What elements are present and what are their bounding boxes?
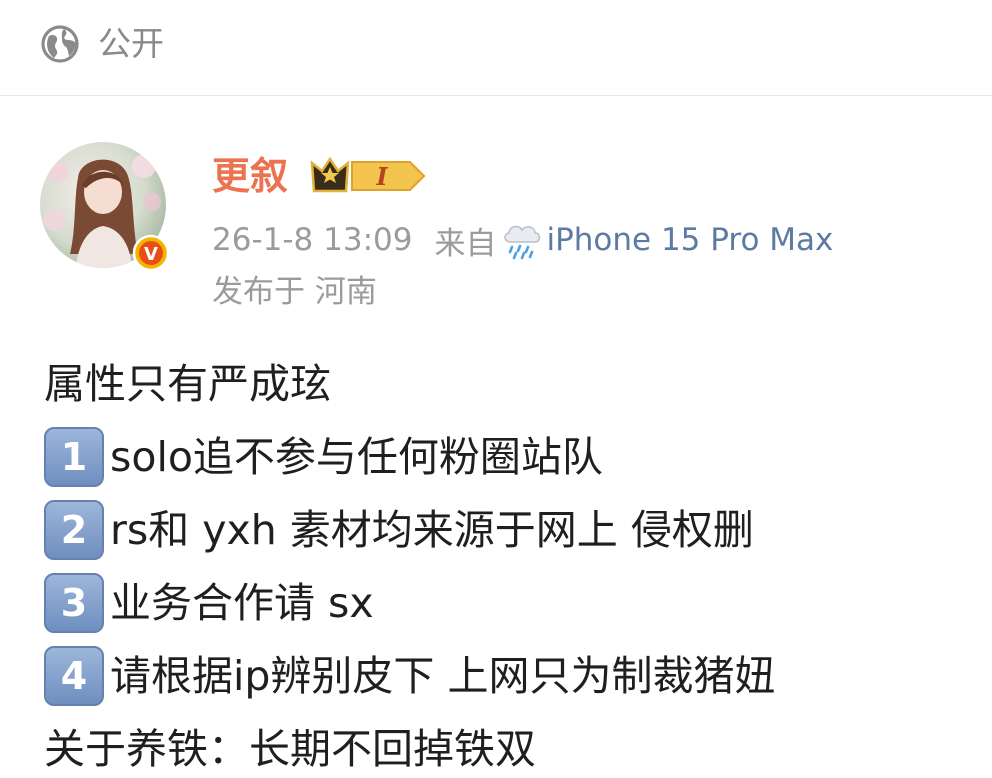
- post-line: 关于养铁：长期不回掉铁双: [44, 721, 984, 778]
- line-text: rs和 yxh 素材均来源于网上 侵权删: [110, 506, 754, 554]
- post-text: 属性只有严成玹 1 solo追不参与任何粉圈站队 2 rs和 yxh 素材均来源…: [44, 356, 984, 778]
- line-text: solo追不参与任何粉圈站队: [110, 433, 603, 481]
- post-line: 2 rs和 yxh 素材均来源于网上 侵权删: [44, 500, 984, 575]
- line-text: 业务合作请 sx: [110, 579, 374, 627]
- post-line: 3 业务合作请 sx: [44, 573, 984, 648]
- line-text: 属性只有严成玹: [44, 360, 331, 408]
- keycap-1-icon: 1: [44, 427, 104, 487]
- line-text: 关于养铁：长期不回掉铁双: [44, 725, 536, 773]
- post-line: 属性只有严成玹: [44, 356, 984, 429]
- source-prefix: 来自: [434, 225, 497, 262]
- author-name[interactable]: 更叙: [212, 150, 288, 202]
- keycap-2-icon: 2: [44, 500, 104, 560]
- weibo-post-screen: 公开 V 更叙 I 26-1-8 13:09 来自 iPhone 15 Pro …: [0, 0, 992, 778]
- keycap-3-icon: 3: [44, 573, 104, 633]
- svg-text:I: I: [375, 162, 388, 191]
- member-level-badge[interactable]: I: [310, 153, 428, 199]
- post-meta: 26-1-8 13:09 来自 iPhone 15 Pro Max: [212, 218, 833, 262]
- globe-icon: [41, 25, 79, 63]
- keycap-4-icon: 4: [44, 646, 104, 706]
- line-text: 请根据ip辨别皮下 上网只为制裁猪妞: [110, 652, 776, 700]
- rain-cloud-icon: [504, 225, 541, 260]
- visibility-label: 公开: [98, 24, 164, 63]
- svg-text:V: V: [144, 244, 158, 265]
- visibility-bar[interactable]: 公开: [0, 0, 992, 96]
- post-line: 4 请根据ip辨别皮下 上网只为制裁猪妞: [44, 646, 984, 721]
- post-line: 1 solo追不参与任何粉圈站队: [44, 427, 984, 502]
- author-avatar[interactable]: V: [40, 142, 170, 272]
- verified-badge: V: [132, 234, 170, 272]
- source-device-link[interactable]: iPhone 15 Pro Max: [546, 222, 833, 258]
- post-location: 发布于 河南: [212, 274, 377, 310]
- post-time: 26-1-8 13:09: [212, 222, 413, 258]
